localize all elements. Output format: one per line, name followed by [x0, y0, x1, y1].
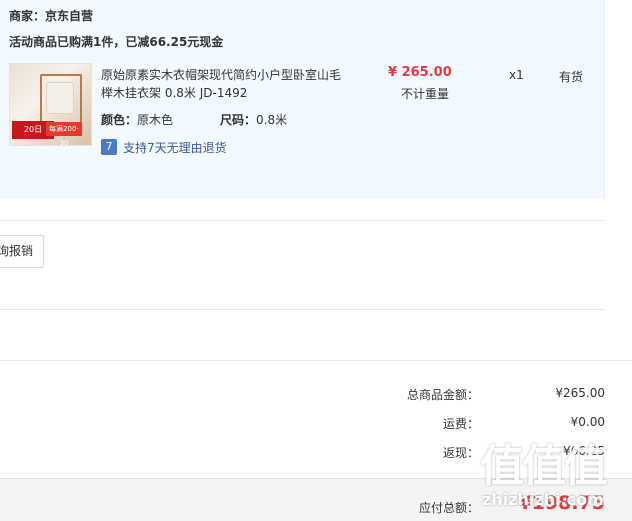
return-policy-link[interactable]: 支持7天无理由退货	[123, 139, 227, 156]
total-value: ¥265.00	[555, 386, 605, 400]
stock-status: 有货	[559, 70, 584, 84]
thumb-promo: 每满200-30	[46, 122, 82, 145]
payable-label: 应付总额：	[418, 501, 479, 515]
divider	[0, 309, 605, 310]
product-thumbnail[interactable]: 20日 每满200-30	[9, 63, 92, 146]
shipping-value: ¥0.00	[570, 415, 605, 429]
product-title-line2[interactable]: 榉木挂衣架 0.8米 JD-1492	[101, 84, 247, 101]
watermark-logo: 值值值	[480, 441, 608, 492]
total-label: 总商品金额：	[406, 388, 479, 402]
product-price: ¥ 265.00	[388, 65, 452, 80]
size-label: 尺码：	[220, 113, 257, 127]
product-quantity: x1	[509, 68, 524, 82]
product-title-line1[interactable]: 原始原素实木衣帽架现代简约小户型卧室山毛	[101, 66, 341, 83]
cashback-label: 返现：	[442, 446, 479, 460]
hanging-cloth-image	[46, 82, 74, 114]
divider	[0, 220, 605, 221]
merchant-row: 商家：京东自营	[9, 7, 93, 24]
watermark-url: zhizhizhi.com	[482, 490, 604, 509]
size-value: 0.8米	[256, 113, 288, 127]
merchant-name[interactable]: 京东自营	[45, 9, 93, 23]
color-row: 颜色：原木色	[101, 111, 173, 128]
weight-note: 不计重量	[401, 87, 450, 101]
report-button-label: 询报销	[0, 244, 33, 258]
size-row: 尺码：0.8米	[220, 111, 287, 128]
report-button[interactable]: 询报销	[0, 235, 44, 268]
color-value: 原木色	[137, 113, 174, 127]
color-label: 颜色：	[101, 113, 138, 127]
promo-text: 活动商品已购满1件，已减66.25元现金	[9, 35, 224, 49]
shipping-label: 运费：	[442, 417, 479, 431]
return-policy-icon: 7	[101, 139, 117, 155]
merchant-label: 商家：	[9, 9, 46, 23]
divider	[0, 360, 632, 361]
